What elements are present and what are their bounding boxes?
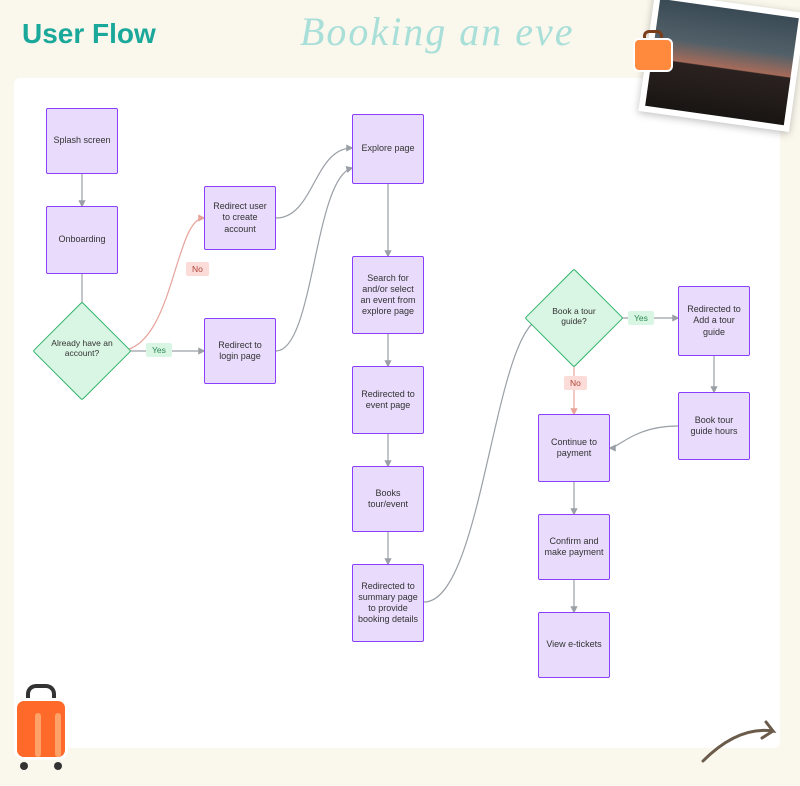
flow-canvas: Splash screen Onboarding Already have an… [14, 78, 780, 748]
node-search-select[interactable]: Search for and/or select an event from e… [352, 256, 424, 334]
node-books-tour[interactable]: Books tour/event [352, 466, 424, 532]
suitcase-small-icon [628, 30, 678, 76]
node-redirect-login[interactable]: Redirect to login page [204, 318, 276, 384]
arrow-decoration-icon [698, 716, 788, 766]
node-add-guide[interactable]: Redirected to Add a tour guide [678, 286, 750, 356]
node-guide-hours[interactable]: Book tour guide hours [678, 392, 750, 460]
node-redirect-create[interactable]: Redirect user to create account [204, 186, 276, 250]
node-summary[interactable]: Redirected to summary page to provide bo… [352, 564, 424, 642]
node-onboarding[interactable]: Onboarding [46, 206, 118, 274]
node-view-tickets[interactable]: View e-tickets [538, 612, 610, 678]
edge-label-yes-2: Yes [628, 311, 654, 325]
node-splash[interactable]: Splash screen [46, 108, 118, 174]
edge-label-no-2: No [564, 376, 587, 390]
decision-already-account[interactable] [33, 302, 132, 401]
decision-book-guide[interactable] [525, 269, 624, 368]
node-explore[interactable]: Explore page [352, 114, 424, 184]
page-title: User Flow [22, 18, 156, 50]
edge-label-no-1: No [186, 262, 209, 276]
node-continue-payment[interactable]: Continue to payment [538, 414, 610, 482]
node-event-page[interactable]: Redirected to event page [352, 366, 424, 434]
edge-label-yes-1: Yes [146, 343, 172, 357]
node-confirm-payment[interactable]: Confirm and make payment [538, 514, 610, 580]
suitcase-orange-icon [6, 686, 76, 766]
page-subtitle: Booking an eve [300, 8, 575, 55]
